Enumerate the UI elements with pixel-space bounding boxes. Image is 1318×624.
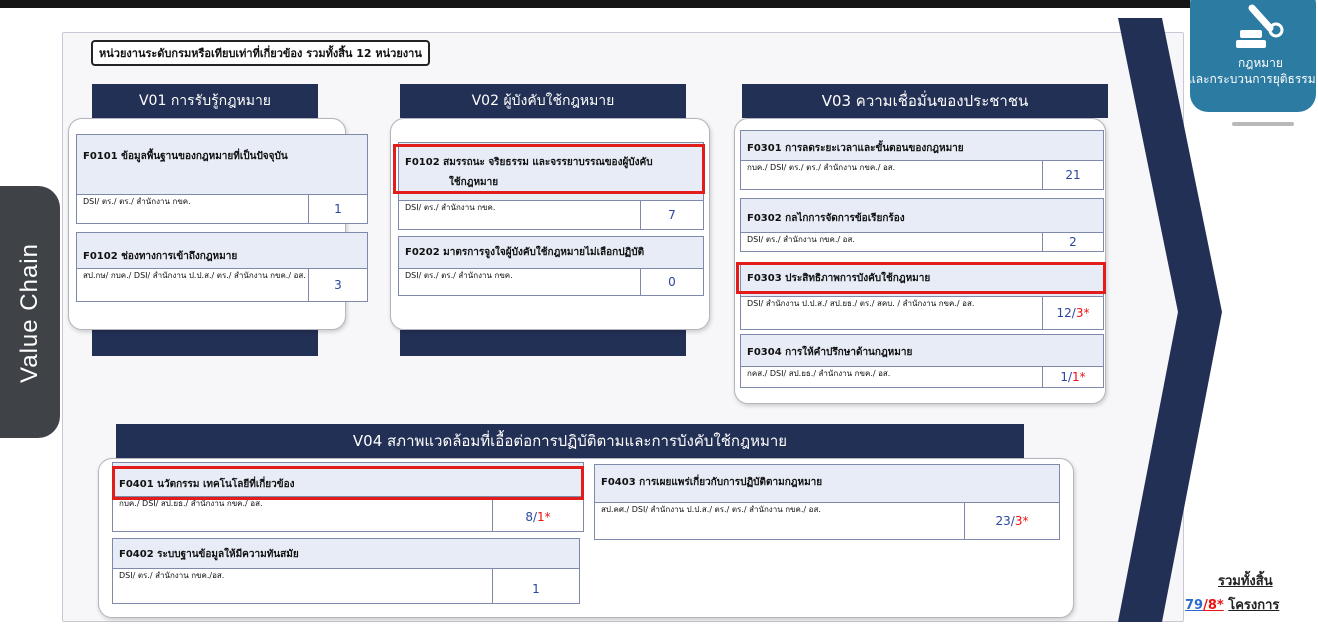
- v01-header: V01 การรับรู้กฎหมาย: [92, 84, 318, 118]
- count-star: 1*: [537, 510, 551, 524]
- card-f0301[interactable]: F0301 การลดระยะเวลาและขั้นตอนของกฎหมาย ก…: [740, 130, 1104, 190]
- v03-header: V03 ความเชื่อมั่นของประชาชน: [742, 84, 1108, 118]
- card-f0102[interactable]: F0102 ช่องทางการเข้าถึงกฎหมาย สป.กษ/ กบค…: [76, 232, 368, 302]
- card-f0402[interactable]: F0402 ระบบฐานข้อมูลให้มีความทันสมัย DSI/…: [112, 538, 580, 604]
- card-title-line2: ใช้กฎหมาย: [449, 177, 499, 188]
- v04-header: V04 สภาพแวดล้อมที่เอื้อต่อการปฏิบัติตามแ…: [116, 424, 1024, 458]
- gavel-icon: [1236, 4, 1284, 48]
- card-agency: DSI/ ตร./ ตร./ สำนักงาน กขค.: [83, 197, 191, 206]
- card-count: 3: [308, 269, 367, 301]
- card-title: F0402 ระบบฐานข้อมูลให้มีความทันสมัย: [119, 549, 299, 560]
- card-f0101[interactable]: F0101 ข้อมูลพื้นฐานของกฎหมายที่เป็นปัจจุ…: [76, 134, 368, 224]
- count-value: 1: [1060, 370, 1068, 384]
- card-count: 21: [1042, 161, 1103, 189]
- card-agency: สป.กษ/ กบค./ DSI/ สำนักงาน ป.ป.ส./ ตร./ …: [83, 271, 306, 280]
- v01-footer-bar: [92, 330, 318, 356]
- card-agency: DSI/ สำนักงาน ป.ป.ส./ สป.ยธ./ ตร./ สคบ. …: [747, 299, 975, 308]
- count-star: 3*: [1014, 514, 1029, 528]
- total-value: 79/8* โครงการ: [1185, 594, 1279, 615]
- card-agency: DSI/ ตร./ สำนักงาน กขค./อส.: [119, 571, 225, 580]
- card-count: 12/3*: [1042, 297, 1103, 329]
- card-count: 2: [1042, 233, 1103, 251]
- badge-shadow: [1232, 122, 1294, 126]
- count-star: 1*: [1072, 370, 1086, 384]
- card-title: F0102 ช่องทางการเข้าถึงกฎหมาย: [83, 251, 238, 262]
- card-body: DSI/ ตร./ ตร./ สำนักงาน กขค. 1: [77, 194, 367, 223]
- total-projects: 79: [1185, 598, 1204, 613]
- count-value: 8: [525, 510, 533, 524]
- card-count: 7: [640, 201, 703, 229]
- card-count: 1: [492, 569, 579, 603]
- card-f0304[interactable]: F0304 การให้คำปรึกษาด้านกฎหมาย กคส./ DSI…: [740, 334, 1104, 388]
- count-value: 12: [1056, 306, 1072, 320]
- card-agency: DSI/ ตร./ สำนักงาน กขค.: [405, 203, 496, 212]
- v02-header: V02 ผู้บังคับใช้กฎหมาย: [400, 84, 686, 118]
- card-body: DSI/ สำนักงาน ป.ป.ส./ สป.ยธ./ ตร./ สคบ. …: [741, 296, 1103, 329]
- card-f0102-enforcers[interactable]: F0102 สมรรถนะ จริยธรรม และจรรยาบรรณของผู…: [398, 142, 704, 230]
- card-count: 8/1*: [492, 497, 583, 531]
- card-f0202[interactable]: F0202 มาตรการจูงใจผู้บังคับใช้กฎหมายไม่เ…: [398, 236, 704, 296]
- card-body: DSI/ ตร./ สำนักงาน กขค. 7: [399, 200, 703, 229]
- card-count: 1/1*: [1042, 367, 1103, 387]
- card-agency: กบค./ DSI/ ตร./ ตร./ สำนักงาน กขค./ อส.: [747, 163, 896, 172]
- card-title: F0304 การให้คำปรึกษาด้านกฎหมาย: [747, 347, 913, 358]
- card-agency: กบค./ DSI/ สป.ยธ./ สำนักงาน กขค./ อส.: [119, 499, 263, 508]
- card-title: F0301 การลดระยะเวลาและขั้นตอนของกฎหมาย: [747, 143, 964, 154]
- card-agency: DSI/ ตร./ ตร./ สำนักงาน กขค.: [405, 271, 513, 280]
- card-f0302[interactable]: F0302 กลไกการจัดการข้อเรียกร้อง DSI/ ตร.…: [740, 198, 1104, 252]
- card-title: F0403 การเผยแพร่เกี่ยวกับการปฏิบัติตามกฎ…: [601, 477, 823, 488]
- card-agency: กคส./ DSI/ สป.ยธ./ สำนักงาน กขค./ อส.: [747, 369, 891, 378]
- card-f0303[interactable]: F0303 ประสิทธิภาพการบังคับใช้กฎหมาย DSI/…: [740, 262, 1104, 330]
- count-star: 3*: [1075, 306, 1090, 320]
- card-agency: สป.คศ./ DSI/ สำนักงาน ป.ป.ส./ ตร./ ตร./ …: [601, 505, 821, 514]
- badge-line2: และกระบวนการยุติธรรม: [1188, 72, 1316, 86]
- card-title: F0202 มาตรการจูงใจผู้บังคับใช้กฎหมายไม่เ…: [405, 247, 645, 258]
- card-body: สป.กษ/ กบค./ DSI/ สำนักงาน ป.ป.ส./ ตร./ …: [77, 268, 367, 301]
- card-body: DSI/ ตร./ สำนักงาน กขค./อส. 1: [113, 568, 579, 603]
- value-chain-label: Value Chain: [16, 243, 43, 383]
- total-unit: โครงการ: [1228, 598, 1280, 613]
- card-title: F0102 สมรรถนะ จริยธรรม และจรรยาบรรณของผู…: [405, 157, 653, 168]
- card-title: F0101 ข้อมูลพื้นฐานของกฎหมายที่เป็นปัจจุ…: [83, 151, 288, 162]
- count-value: 23: [995, 514, 1011, 528]
- card-body: DSI/ ตร./ สำนักงาน กขค./ อส. 2: [741, 232, 1103, 251]
- card-count: 23/3*: [964, 503, 1059, 539]
- card-agency: DSI/ ตร./ สำนักงาน กขค./ อส.: [747, 235, 855, 244]
- total-label: รวมทั้งสิ้น: [1218, 574, 1273, 589]
- card-body: DSI/ ตร./ ตร./ สำนักงาน กขค. 0: [399, 268, 703, 295]
- units-note: หน่วยงานระดับกรมหรือเทียบเท่าที่เกี่ยวข้…: [91, 40, 430, 66]
- card-title: F0302 กลไกการจัดการข้อเรียกร้อง: [747, 213, 905, 224]
- card-count: 1: [308, 195, 367, 223]
- card-title: F0303 ประสิทธิภาพการบังคับใช้กฎหมาย: [747, 273, 931, 284]
- card-count: 0: [640, 269, 703, 295]
- law-justice-badge: กฎหมาย และกระบวนการยุติธรรม: [1188, 0, 1316, 122]
- card-body: กบค./ DSI/ สป.ยธ./ สำนักงาน กขค./ อส. 8/…: [113, 496, 583, 531]
- card-f0401[interactable]: F0401 นวัตกรรม เทคโนโลยีที่เกี่ยวข้อง กบ…: [112, 462, 584, 532]
- card-title: F0401 นวัตกรรม เทคโนโลยีที่เกี่ยวข้อง: [119, 479, 295, 490]
- card-f0403[interactable]: F0403 การเผยแพร่เกี่ยวกับการปฏิบัติตามกฎ…: [594, 464, 1060, 540]
- total-star: 8*: [1207, 598, 1224, 613]
- v02-footer-bar: [400, 330, 686, 356]
- card-body: กคส./ DSI/ สป.ยธ./ สำนักงาน กขค./ อส. 1/…: [741, 366, 1103, 387]
- card-body: กบค./ DSI/ ตร./ ตร./ สำนักงาน กขค./ อส. …: [741, 160, 1103, 189]
- card-body: สป.คศ./ DSI/ สำนักงาน ป.ป.ส./ ตร./ ตร./ …: [595, 502, 1059, 539]
